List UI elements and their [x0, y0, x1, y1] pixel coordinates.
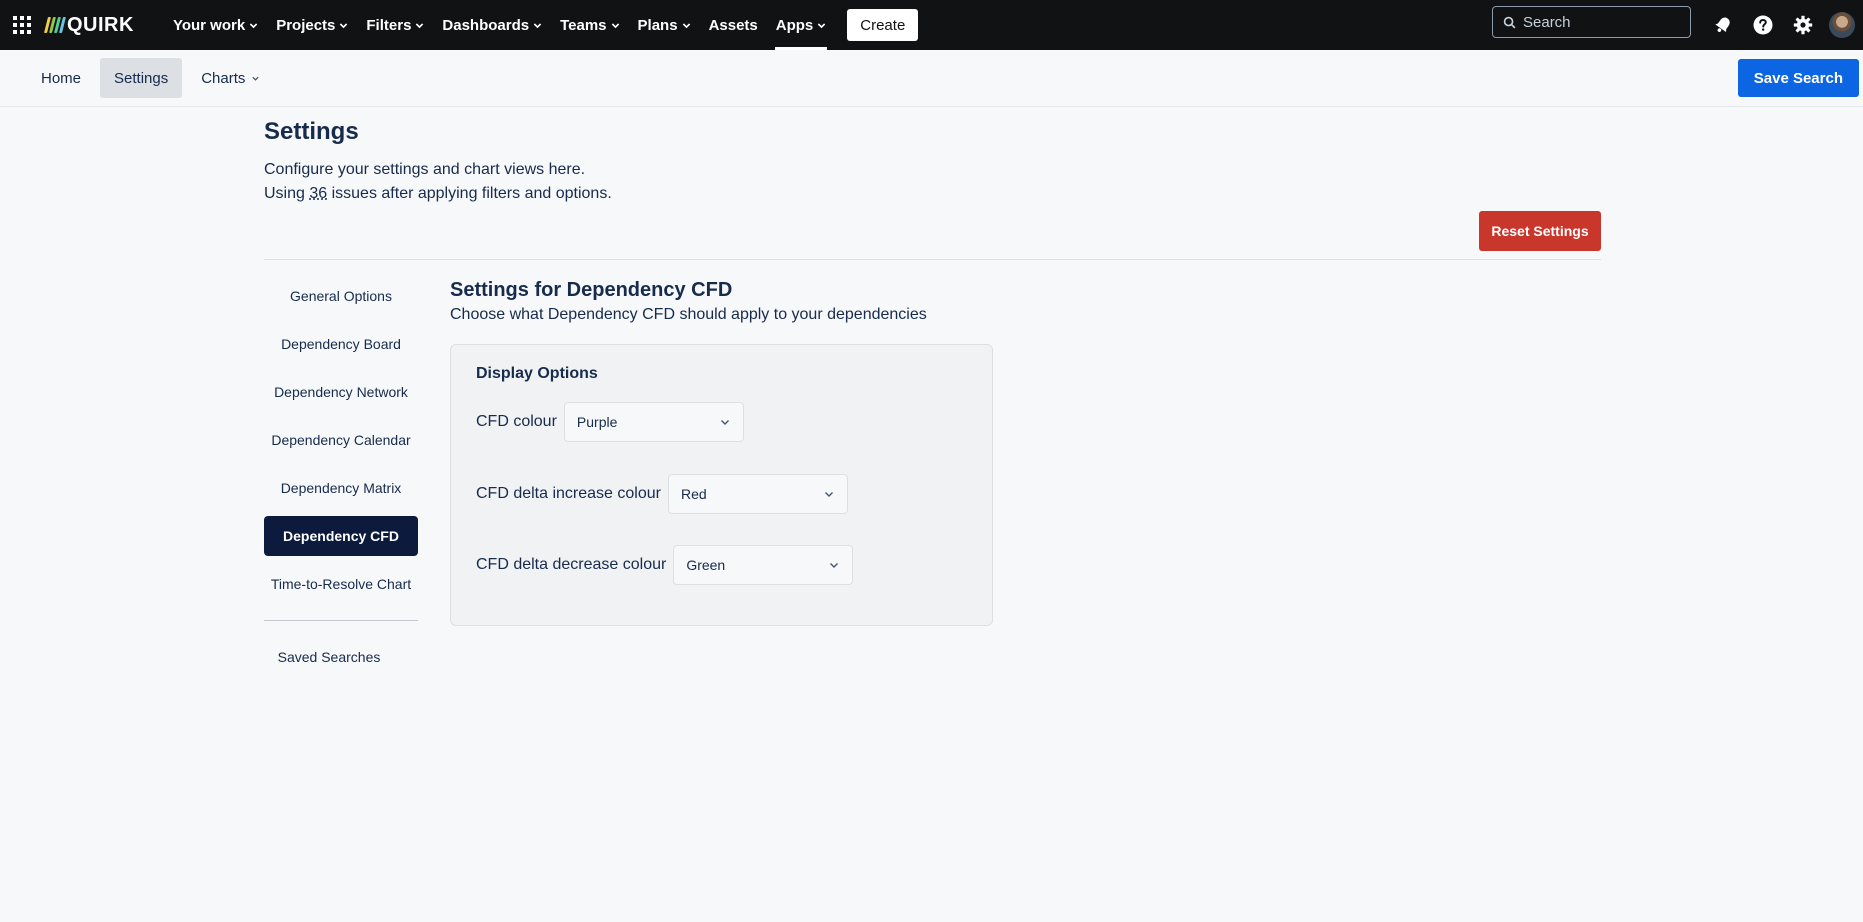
- select-value: Green: [686, 557, 726, 573]
- issues-summary: Using 36 issues after applying filters a…: [264, 182, 612, 206]
- help-icon[interactable]: [1743, 5, 1783, 45]
- nav-teams[interactable]: Teams: [551, 0, 628, 50]
- user-avatar[interactable]: [1829, 12, 1855, 38]
- chevron-down-icon: [252, 76, 260, 81]
- nav-label: Apps: [775, 16, 814, 34]
- logo-text: QUIRK: [67, 13, 134, 36]
- panel-title: Display Options: [476, 365, 598, 382]
- issues-suffix: issues after applying filters and option…: [327, 185, 612, 202]
- section-title: Settings for Dependency CFD: [450, 279, 733, 301]
- create-button[interactable]: Create: [847, 9, 919, 41]
- menu-dependency-board[interactable]: Dependency Board: [264, 324, 418, 364]
- page-title: Settings: [264, 118, 359, 145]
- nav-assets[interactable]: Assets: [700, 0, 767, 50]
- nav-dashboards[interactable]: Dashboards: [433, 0, 551, 50]
- search-input[interactable]: Search: [1492, 6, 1691, 38]
- chevron-down-icon: [824, 492, 833, 497]
- save-search-button[interactable]: Save Search: [1737, 59, 1859, 97]
- top-icons: [1703, 0, 1863, 50]
- notifications-icon[interactable]: [1703, 5, 1743, 45]
- settings-intro-text: Configure your settings and chart views …: [264, 161, 586, 178]
- display-options-panel: Display Options CFD colour Purple CFD de…: [450, 344, 993, 626]
- select-value: Purple: [576, 414, 618, 430]
- chevron-down-icon: [611, 22, 619, 28]
- reset-settings-button[interactable]: Reset Settings: [1479, 211, 1601, 251]
- field-label: CFD delta increase colour: [476, 485, 661, 502]
- chevron-down-icon: [340, 22, 348, 28]
- field-label: CFD delta decrease colour: [476, 556, 667, 573]
- nav-label: Your work: [172, 16, 246, 34]
- nav-label: Teams: [560, 16, 607, 34]
- nav-label: Assets: [708, 16, 758, 34]
- menu-dependency-matrix[interactable]: Dependency Matrix: [264, 468, 418, 508]
- nav-label: Projects: [276, 16, 336, 34]
- nav-apps[interactable]: Apps: [767, 0, 836, 50]
- tab-label: Settings: [114, 69, 169, 87]
- chevron-down-icon: [720, 420, 729, 425]
- menu-time-to-resolve-chart[interactable]: Time-to-Resolve Chart: [264, 564, 418, 604]
- nav-your-work[interactable]: Your work: [164, 0, 267, 50]
- cfd-delta-decrease-field: CFD delta decrease colour Green: [476, 545, 854, 585]
- select-value: Red: [680, 486, 707, 502]
- nav-filters[interactable]: Filters: [357, 0, 433, 50]
- search-placeholder: Search: [1523, 13, 1571, 31]
- chevron-down-icon: [818, 22, 826, 28]
- tab-settings[interactable]: Settings: [100, 58, 183, 98]
- chevron-down-icon: [682, 22, 690, 28]
- menu-dependency-calendar[interactable]: Dependency Calendar: [264, 420, 418, 460]
- nav-projects[interactable]: Projects: [267, 0, 357, 50]
- settings-gear-icon[interactable]: [1783, 5, 1823, 45]
- menu-general-options[interactable]: General Options: [264, 276, 418, 316]
- nav-plans[interactable]: Plans: [629, 0, 700, 50]
- nav-label: Filters: [366, 16, 412, 34]
- cfd-colour-select[interactable]: Purple: [563, 402, 744, 442]
- cfd-delta-increase-field: CFD delta increase colour Red: [476, 474, 848, 514]
- menu-divider: [264, 620, 418, 621]
- section-description: Choose what Dependency CFD should apply …: [450, 306, 927, 323]
- secondary-nav: Home Settings Charts Save Search: [0, 50, 1863, 107]
- cfd-colour-field: CFD colour Purple: [476, 402, 744, 442]
- menu-dependency-network[interactable]: Dependency Network: [264, 372, 418, 412]
- divider: [264, 259, 1601, 260]
- search-icon: [1503, 16, 1516, 29]
- cfd-delta-increase-select[interactable]: Red: [667, 474, 848, 514]
- main-nav: Your work Projects Filters Dashboards Te…: [164, 0, 835, 50]
- menu-saved-searches[interactable]: Saved Searches: [264, 637, 394, 677]
- quirk-logo[interactable]: QUIRK: [44, 13, 134, 37]
- nav-label: Dashboards: [442, 16, 530, 34]
- tab-charts[interactable]: Charts: [187, 58, 274, 98]
- nav-label: Plans: [637, 16, 678, 34]
- tab-label: Home: [41, 69, 82, 87]
- field-label: CFD colour: [476, 413, 557, 430]
- tab-label: Charts: [201, 69, 246, 87]
- issues-count[interactable]: 36: [309, 185, 327, 202]
- menu-dependency-cfd[interactable]: Dependency CFD: [264, 516, 418, 556]
- logo-mark-icon: [44, 17, 66, 33]
- cfd-delta-decrease-select[interactable]: Green: [673, 545, 854, 585]
- chevron-down-icon: [416, 22, 424, 28]
- chevron-down-icon: [533, 22, 542, 28]
- top-navigation-bar: QUIRK Your work Projects Filters Dashboa…: [0, 0, 1863, 50]
- tab-home[interactable]: Home: [27, 58, 95, 98]
- settings-side-menu: General Options Dependency Board Depende…: [264, 276, 418, 612]
- page-description: Configure your settings and chart views …: [264, 158, 612, 206]
- chevron-down-icon: [249, 22, 258, 28]
- chevron-down-icon: [830, 563, 839, 568]
- app-switcher-icon[interactable]: [0, 0, 44, 50]
- issues-prefix: Using: [264, 185, 310, 202]
